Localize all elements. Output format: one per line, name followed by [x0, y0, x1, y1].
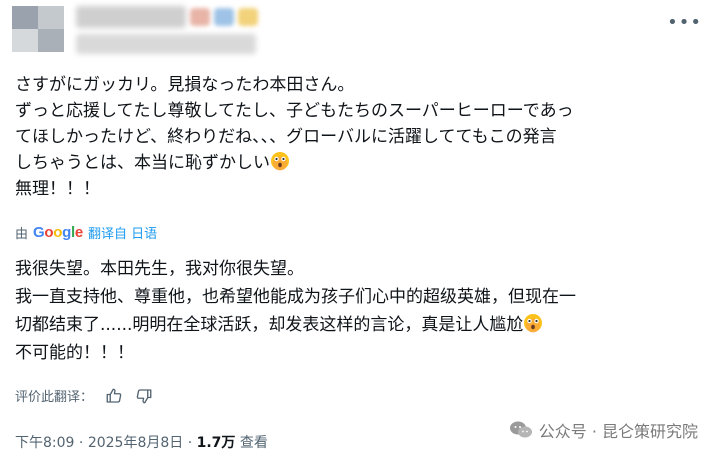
tweet-line: さすがにガッカリ。見損なったわ本田さん。 — [15, 75, 355, 95]
avatar[interactable] — [12, 6, 64, 52]
tweet-line-with-emoji: しちゃうとは、本当に恥ずかしい — [15, 150, 710, 176]
emoji-badge-blurred — [190, 8, 210, 26]
translation-attribution: 由 Google 翻译自 日语 — [15, 223, 157, 242]
tweet-line: ずっと応援してたし尊敬してたし、子どもたちのスーパーヒーローであっ — [15, 101, 574, 121]
thumbs-down-icon[interactable] — [135, 387, 153, 405]
translated-line-with-emoji: 切都结束了......明明在全球活跃，却发表这样的言论，真是让人尴尬 — [15, 311, 710, 339]
watermark-text: 公众号 · 昆仑策研究院 — [538, 422, 698, 441]
display-name-blurred[interactable] — [76, 6, 186, 28]
user-handle-blurred[interactable] — [76, 34, 256, 54]
tweet-line: てほしかったけど、終わりだね、、、グローバルに活躍しててもこの発言 — [15, 127, 557, 147]
translated-line: 我很失望。本田先生，我对你很失望。 — [15, 259, 304, 279]
meta-separator: · — [74, 435, 88, 451]
view-count: 1.7万 — [196, 435, 236, 451]
tweet-line: 無理！！！ — [15, 179, 100, 199]
more-icon[interactable]: ••• — [667, 12, 702, 33]
tweet-meta: 下午8:09 · 2025年8月8日 · 1.7万 查看 — [15, 432, 268, 452]
thumbs-up-icon[interactable] — [105, 387, 123, 405]
translated-by-prefix: 由 — [15, 227, 29, 242]
rate-translation: 评价此翻译： — [15, 386, 153, 405]
translated-line: 切都结束了......明明在全球活跃，却发表这样的言论，真是让人尴尬 — [15, 315, 524, 335]
emoji-badge-blurred — [238, 8, 258, 26]
translated-line: 不可能的！！！ — [15, 343, 134, 363]
emoji-badge-blurred — [214, 8, 234, 26]
google-logo: Google — [33, 224, 83, 241]
views-label: 查看 — [235, 435, 268, 451]
watermark: 公众号 · 昆仑策研究院 — [509, 418, 698, 442]
tweet-line: しちゃうとは、本当に恥ずかしい — [15, 153, 270, 173]
meta-separator: · — [183, 435, 197, 451]
tweet-time[interactable]: 下午8:09 — [15, 435, 74, 451]
flushed-face-emoji-icon — [271, 152, 289, 171]
translated-line: 我一直支持他、尊重他，也希望他能成为孩子们心中的超级英雄，但现在一 — [15, 287, 576, 307]
tweet-date[interactable]: 2025年8月8日 — [88, 435, 183, 451]
tweet-original-text: さすがにガッカリ。見損なったわ本田さん。 ずっと応援してたし尊敬してたし、子ども… — [15, 72, 710, 202]
tweet-translated-text: 我很失望。本田先生，我对你很失望。 我一直支持他、尊重他，也希望他能成为孩子们心… — [15, 255, 710, 367]
translated-from-link[interactable]: 翻译自 日语 — [88, 223, 157, 242]
wechat-icon — [509, 421, 532, 438]
tweet-header: ••• — [10, 2, 710, 60]
rate-translation-label: 评价此翻译： — [15, 390, 94, 405]
flushed-face-emoji-icon — [524, 314, 543, 333]
